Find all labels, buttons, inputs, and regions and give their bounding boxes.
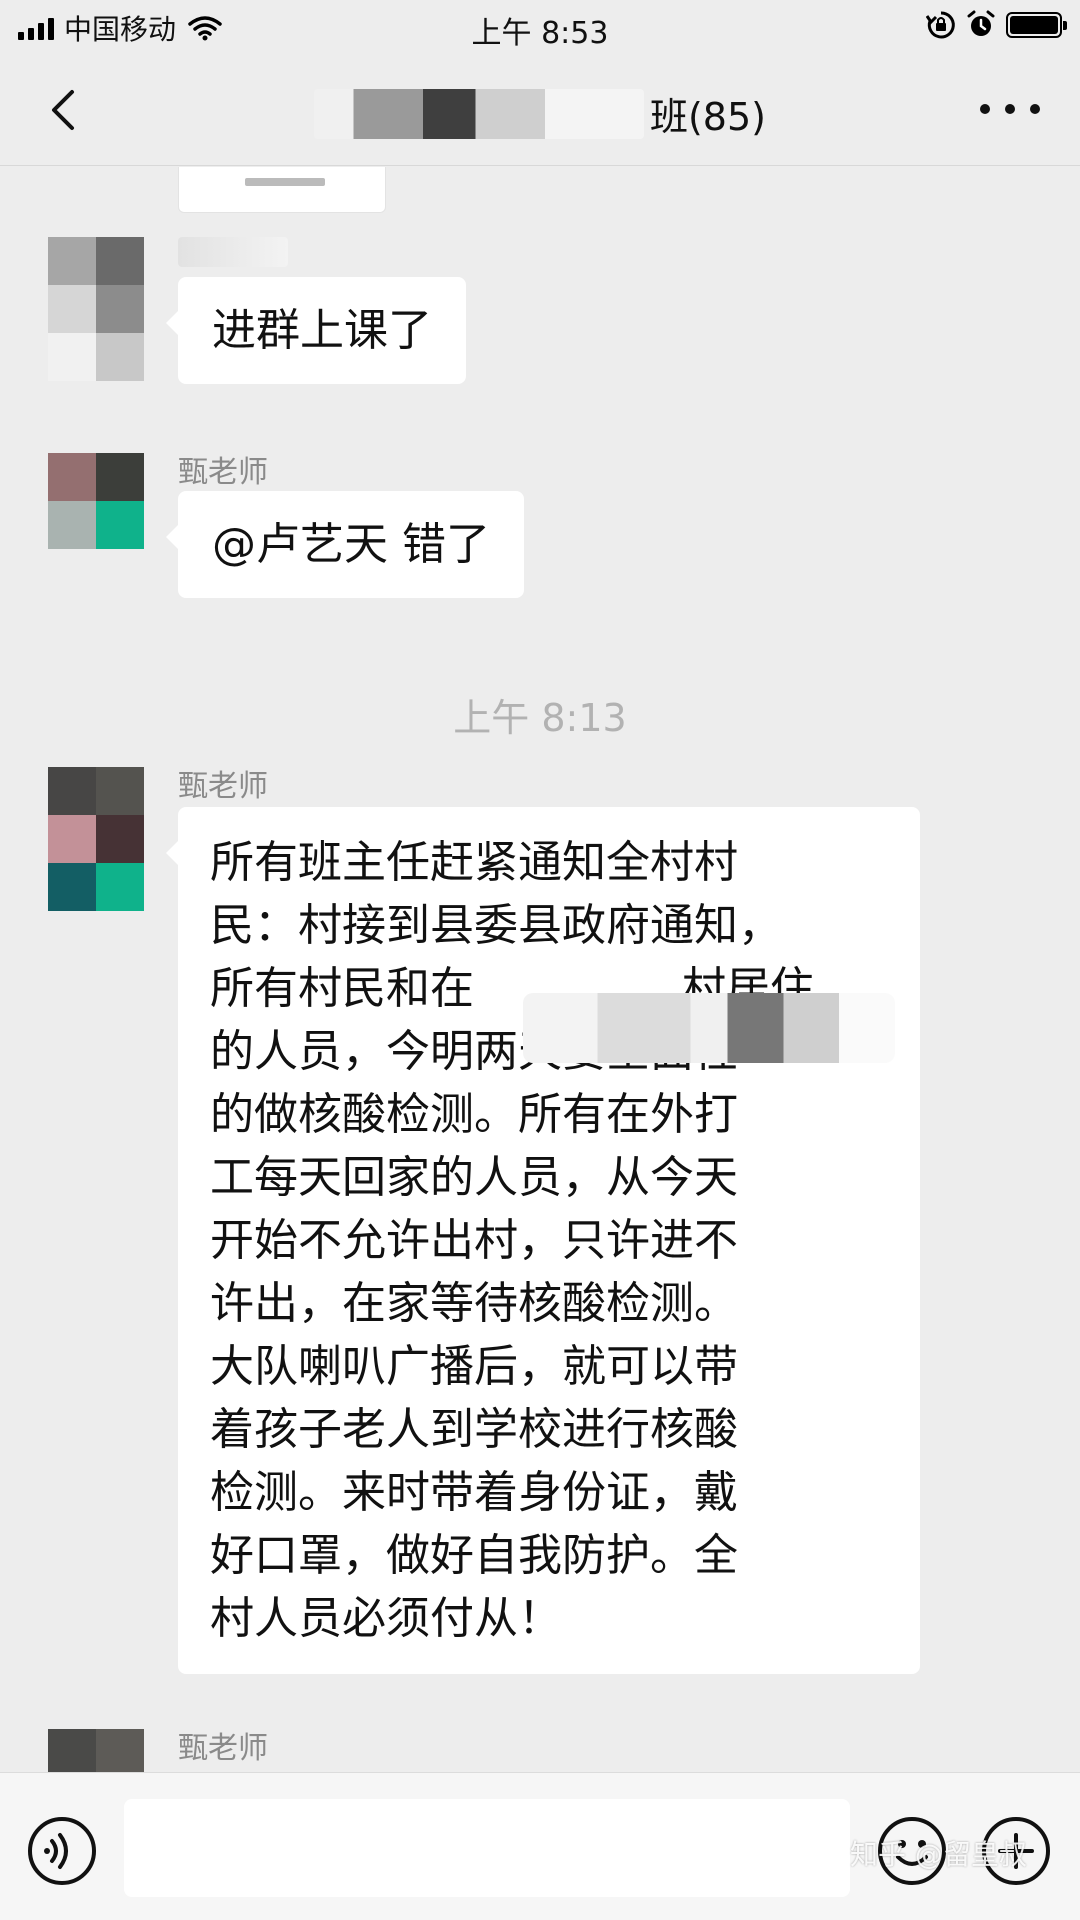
message-line: 的做核酸检测。所有在外打 xyxy=(210,1089,738,1140)
watermark: 知乎 @留皇叔 xyxy=(850,1838,1027,1871)
time-separator: 上午 8:13 xyxy=(453,696,627,740)
alarm-icon xyxy=(967,10,995,36)
message-line: 工每天回家的人员，从今天 xyxy=(210,1152,738,1203)
message-line: 好口罩，做好自我防护。全 xyxy=(210,1530,738,1581)
more-dots-icon[interactable] xyxy=(980,94,1040,124)
message-line: 大队喇叭广播后，就可以带 xyxy=(210,1341,738,1392)
sender-name: 甄老师 xyxy=(178,455,268,490)
avatar[interactable] xyxy=(48,237,144,381)
avatar[interactable] xyxy=(48,453,144,549)
message-line: 民：村接到县委县政府通知， xyxy=(210,900,782,951)
message-line: 许出，在家等待核酸检测。 xyxy=(210,1278,738,1329)
mosaic-redaction xyxy=(523,993,895,1063)
sender-name: 甄老师 xyxy=(178,1731,268,1766)
chat-header: 班(85) xyxy=(0,56,1080,166)
message-bubble[interactable]: 所有班主任赶紧通知全村村 民：村接到县委县政府通知， 所有村民和在 村居住 的人员… xyxy=(166,807,920,1674)
avatar[interactable] xyxy=(48,1729,144,1772)
sender-name: 甄老师 xyxy=(178,769,268,804)
shared-card-preview[interactable] xyxy=(178,167,386,213)
status-bar: 中国移动 上午 8:53 xyxy=(0,0,1080,56)
avatar[interactable] xyxy=(48,767,144,911)
chat-title-wrap: 班(85) xyxy=(0,86,1080,141)
message-line: 着孩子老人到学校进行核酸 xyxy=(210,1404,738,1455)
mosaic-redaction xyxy=(313,88,644,139)
status-right xyxy=(926,10,1067,40)
chat-message-list[interactable]: 进群上课了 甄老师 @卢艺天 错了 上午 8:13 甄老师 所有班主任赶紧通知全… xyxy=(0,167,1080,1772)
status-time: 上午 8:53 xyxy=(471,16,609,51)
message-line: 所有班主任赶紧通知全村村 xyxy=(210,837,738,888)
chat-title: 班(85) xyxy=(649,95,766,139)
sender-name-redacted xyxy=(178,237,288,267)
message-line: 村人员必须付从！ xyxy=(210,1593,562,1644)
rotation-lock-icon xyxy=(926,11,955,39)
battery-icon xyxy=(1006,12,1067,38)
message-bubble[interactable]: @卢艺天 错了 xyxy=(166,491,524,598)
message-line: 开始不允许出村，只许进不 xyxy=(210,1215,738,1266)
message-line: 检测。来时带着身份证，戴 xyxy=(210,1467,738,1518)
message-bubble[interactable]: 进群上课了 xyxy=(166,277,466,384)
voice-icon[interactable] xyxy=(26,1815,98,1887)
message-input[interactable] xyxy=(124,1799,850,1897)
